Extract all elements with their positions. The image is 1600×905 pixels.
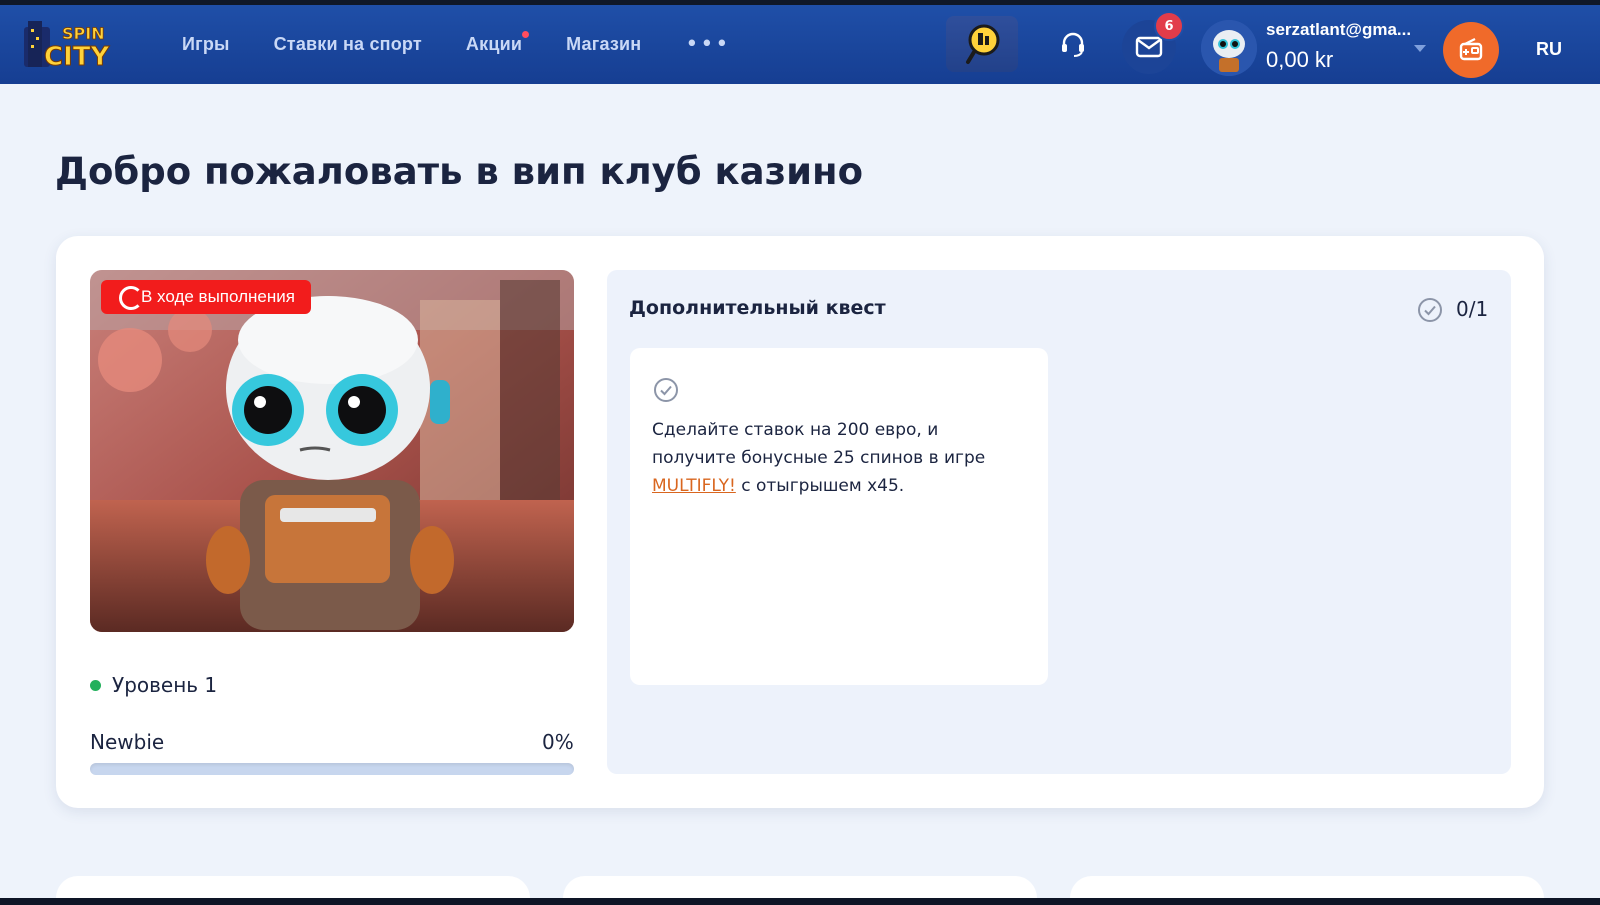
quest-task-description: Сделайте ставок на 200 евро, и получите …	[652, 416, 1022, 500]
nav-item-promotions[interactable]: Акции	[465, 31, 530, 55]
vip-level-image	[90, 270, 574, 632]
nav-label: Ставки на спорт	[273, 34, 422, 54]
rank-name: Newbie	[90, 730, 165, 754]
nav-label: Игры	[182, 34, 230, 54]
progress-percent: 0%	[542, 730, 574, 754]
quest-task-card	[630, 348, 1048, 685]
spin-city-logo[interactable]: SPIN CITY	[22, 17, 114, 73]
messages-count-badge: 6	[1154, 11, 1184, 41]
check-circle-icon	[654, 378, 678, 402]
level-label: Уровень 1	[112, 673, 218, 697]
svg-text:SPIN: SPIN	[62, 24, 105, 43]
main-nav: Игры Ставки на спорт Акции Магазин •••	[182, 5, 730, 84]
quest-title: Дополнительный квест	[629, 297, 886, 319]
game-link-multifly[interactable]: MULTIFLY!	[652, 476, 736, 496]
loading-spinner-icon	[119, 286, 143, 310]
magnifier-icon	[966, 24, 1000, 64]
notification-dot	[522, 31, 530, 38]
more-menu-button[interactable]: •••	[685, 33, 730, 55]
page-title: Добро пожаловать в вип клуб казино	[55, 150, 864, 193]
nav-item-shop[interactable]: Магазин	[566, 34, 641, 55]
user-balance: 0,00 kr	[1266, 47, 1334, 72]
check-circle-icon	[1418, 298, 1442, 322]
top-header: SPIN CITY Игры Ставки на спорт Акции Маг…	[0, 5, 1600, 84]
nav-label: Акции	[465, 34, 523, 54]
headset-icon	[1062, 32, 1084, 57]
chevron-down-icon[interactable]	[1414, 45, 1426, 52]
nav-label: Магазин	[566, 34, 642, 54]
quest-progress-count: 0/1	[1456, 297, 1489, 321]
language-selector[interactable]: RU	[1536, 39, 1562, 60]
cashier-button[interactable]	[1443, 22, 1499, 78]
nav-item-sports-betting[interactable]: Ставки на спорт	[274, 34, 422, 55]
envelope-icon	[1135, 36, 1163, 58]
game-search-button[interactable]	[946, 16, 1018, 72]
avatar[interactable]	[1201, 20, 1257, 76]
bottom-edge-bar	[0, 898, 1600, 905]
task-text-part: Сделайте ставок на 200 евро, и получите …	[652, 420, 986, 468]
svg-text:CITY: CITY	[44, 42, 110, 72]
level-indicator-dot	[90, 680, 101, 691]
task-text-part: с отыгрышем x45.	[735, 476, 905, 496]
nav-item-games[interactable]: Игры	[182, 34, 230, 55]
wallet-plus-icon	[1459, 38, 1483, 61]
level-progress-bar	[90, 763, 574, 775]
support-button[interactable]	[1050, 22, 1096, 68]
user-email[interactable]: serzatlant@gma...	[1266, 20, 1411, 40]
